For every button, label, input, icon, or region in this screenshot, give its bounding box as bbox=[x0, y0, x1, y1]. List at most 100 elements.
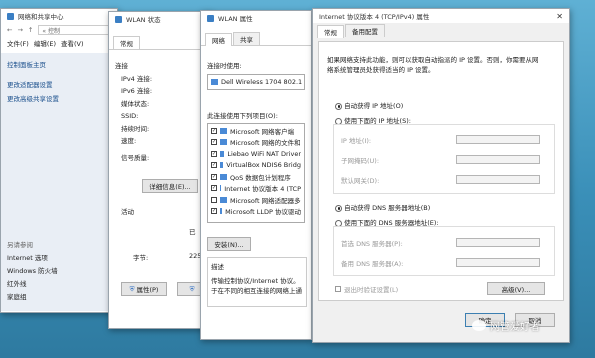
menu-file[interactable]: 文件(F) bbox=[7, 38, 29, 48]
subnet-mask-field[interactable] bbox=[456, 155, 540, 164]
tab-bar: 常规 备用配置 bbox=[313, 24, 569, 38]
tab-bar: 网络 共享 bbox=[201, 32, 311, 46]
title-bar: 网络和共享中心 bbox=[1, 9, 117, 23]
list-item[interactable]: ✓ Liebao WiFi NAT Driver bbox=[211, 148, 301, 160]
windows-firewall-link[interactable]: Windows 防火墙 bbox=[7, 265, 58, 278]
auto-ip-radio[interactable]: 自动获得 IP 地址(O) bbox=[335, 100, 403, 110]
tab-network[interactable]: 网络 bbox=[205, 33, 232, 46]
media-state-label: 媒体状态: bbox=[121, 99, 150, 108]
wifi-icon bbox=[207, 14, 214, 22]
description-text-1: 传输控制协议/Internet 协议。 bbox=[211, 277, 300, 285]
intro-text-1: 如果网络支持此功能，则可以获取自动指派的 IP 设置。否则，你需要从网 bbox=[327, 56, 539, 64]
details-button[interactable]: 详细信息(E)... bbox=[142, 179, 198, 193]
tab-sharing[interactable]: 共享 bbox=[233, 32, 260, 45]
ip-address-label: IP 地址(I): bbox=[341, 137, 372, 145]
items-label: 此连接使用下列项目(O): bbox=[207, 112, 278, 120]
radio-selected[interactable] bbox=[335, 204, 342, 212]
shield-icon: ⛨ bbox=[189, 284, 195, 293]
install-button[interactable]: 安装(N)... bbox=[207, 237, 251, 251]
default-gateway-label: 默认网关(D): bbox=[341, 177, 380, 185]
tab-general[interactable]: 常规 bbox=[317, 25, 344, 38]
adapter-icon bbox=[211, 79, 218, 85]
network-component-icon bbox=[220, 185, 222, 192]
advanced-button[interactable]: 高级(V)... bbox=[487, 282, 545, 295]
tab-general[interactable]: 常规 bbox=[113, 36, 140, 49]
checkbox[interactable]: ✓ bbox=[211, 127, 217, 134]
radio-selected[interactable] bbox=[335, 102, 342, 110]
description-heading: 描述 bbox=[211, 263, 224, 271]
checkbox[interactable]: ✓ bbox=[211, 208, 217, 215]
internet-options-link[interactable]: Internet 选项 bbox=[7, 252, 58, 265]
list-item[interactable]: ✓ Microsoft 网络客户端 bbox=[211, 125, 301, 137]
network-component-icon bbox=[220, 162, 224, 169]
ipv6-label: IPv6 连接: bbox=[121, 87, 153, 95]
list-item[interactable]: ✓ Microsoft 网络的文件和 bbox=[211, 137, 301, 149]
components-list: ✓ Microsoft 网络客户端 ✓ Microsoft 网络的文件和 ✓ Lieb… bbox=[207, 123, 305, 223]
ip-address-field[interactable] bbox=[456, 135, 540, 144]
description-text-2: 于在不同的相互连接的网络上通 bbox=[211, 287, 302, 295]
window-title: Internet 协议版本 4 (TCP/IPv4) 属性 bbox=[319, 13, 430, 21]
default-gateway-field[interactable] bbox=[456, 175, 540, 184]
network-component-icon bbox=[220, 208, 223, 215]
change-adapter-settings-link[interactable]: 更改适配器设置 bbox=[7, 79, 113, 89]
see-also-heading: 另请参阅 bbox=[7, 241, 33, 249]
list-item[interactable]: ✓ VirtualBox NDIS6 Bridg bbox=[211, 160, 301, 172]
close-icon[interactable]: ✕ bbox=[556, 12, 563, 21]
network-component-icon bbox=[220, 173, 227, 180]
tab-bar: 常规 bbox=[109, 36, 211, 49]
breadcrumb[interactable]: « 控制 bbox=[38, 24, 117, 35]
preferred-dns-label: 首选 DNS 服务器(P): bbox=[341, 240, 403, 248]
adapter-box: Dell Wireless 1704 802.1 bbox=[207, 74, 305, 90]
speed-label: 速度: bbox=[121, 137, 137, 145]
sidebar: 控制面板主页 更改适配器设置 更改高级共享设置 另请参阅 Internet 选项… bbox=[1, 53, 119, 311]
menu-view[interactable]: 查看(V) bbox=[61, 38, 84, 48]
window-title: WLAN 属性 bbox=[218, 15, 253, 23]
checkbox[interactable]: ✓ bbox=[211, 150, 217, 157]
infrared-link[interactable]: 红外线 bbox=[7, 278, 58, 291]
alternate-dns-label: 备用 DNS 服务器(A): bbox=[341, 260, 404, 268]
ipv4-label: IPv4 连接: bbox=[121, 74, 153, 83]
checkbox[interactable]: ✓ bbox=[211, 162, 217, 169]
alternate-dns-field[interactable] bbox=[456, 258, 540, 267]
network-sharing-center-window: 网络和共享中心 ← → ↑ « 控制 文件(F) 编辑(E) 查看(V) 控制面板主… bbox=[0, 8, 119, 313]
watermark: 网管爱好者 bbox=[472, 318, 540, 333]
network-component-icon bbox=[220, 196, 227, 203]
list-item[interactable]: ✓ Microsoft LLDP 协议驱动 bbox=[211, 206, 301, 218]
up-arrow-icon[interactable]: ↑ bbox=[28, 26, 33, 34]
ipv4-properties-window: Internet 协议版本 4 (TCP/IPv4) 属性 ✕ 常规 备用配置 如… bbox=[312, 8, 570, 343]
auto-dns-radio[interactable]: 自动获得 DNS 服务器地址(B) bbox=[335, 202, 430, 212]
description-group: 描述 传输控制协议/Internet 协议。 于在不同的相互连接的网络上通 bbox=[207, 257, 307, 307]
wifi-icon bbox=[115, 15, 122, 23]
checkbox[interactable] bbox=[335, 286, 341, 292]
title-bar: WLAN 状态 bbox=[109, 12, 211, 26]
checkbox[interactable] bbox=[211, 196, 217, 203]
properties-button[interactable]: ⛨ 属性(P) bbox=[121, 282, 167, 296]
checkbox[interactable]: ✓ bbox=[211, 173, 217, 180]
list-item[interactable]: Microsoft 网络适配器多 bbox=[211, 194, 301, 206]
menu-bar: 文件(F) 编辑(E) 查看(V) bbox=[1, 36, 117, 50]
network-component-icon bbox=[220, 139, 227, 146]
control-panel-home-link[interactable]: 控制面板主页 bbox=[7, 59, 113, 69]
checkbox[interactable]: ✓ bbox=[211, 185, 217, 192]
address-bar: ← → ↑ « 控制 bbox=[1, 23, 117, 36]
ssid-label: SSID: bbox=[121, 112, 139, 120]
homegroup-link[interactable]: 家庭组 bbox=[7, 291, 58, 304]
back-arrow-icon[interactable]: ← bbox=[7, 26, 12, 34]
checkbox[interactable]: ✓ bbox=[211, 139, 217, 146]
list-item[interactable]: ✓ Internet 协议版本 4 (TCP bbox=[211, 183, 301, 195]
network-component-icon bbox=[220, 150, 225, 157]
validate-checkbox[interactable]: 退出时验证设置(L) bbox=[335, 284, 398, 294]
title-bar: Internet 协议版本 4 (TCP/IPv4) 属性 ✕ bbox=[313, 9, 569, 23]
intro-text-2: 络系统管理员处获得适当的 IP 设置。 bbox=[327, 66, 435, 74]
duration-label: 持续时间: bbox=[121, 124, 150, 133]
list-item[interactable]: ✓ QoS 数据包计划程序 bbox=[211, 171, 301, 183]
change-advanced-sharing-link[interactable]: 更改高级共享设置 bbox=[7, 93, 113, 103]
tab-alternate-config[interactable]: 备用配置 bbox=[345, 24, 385, 37]
wlan-status-window: WLAN 状态 常规 连接 IPv4 连接: IPv6 连接: 媒体状态: SS… bbox=[108, 11, 212, 329]
menu-edit[interactable]: 编辑(E) bbox=[34, 38, 56, 48]
window-title: WLAN 状态 bbox=[126, 16, 161, 24]
forward-arrow-icon[interactable]: → bbox=[17, 26, 22, 34]
sent-label: 已 bbox=[189, 228, 196, 236]
preferred-dns-field[interactable] bbox=[456, 238, 540, 247]
network-component-icon bbox=[220, 127, 227, 134]
